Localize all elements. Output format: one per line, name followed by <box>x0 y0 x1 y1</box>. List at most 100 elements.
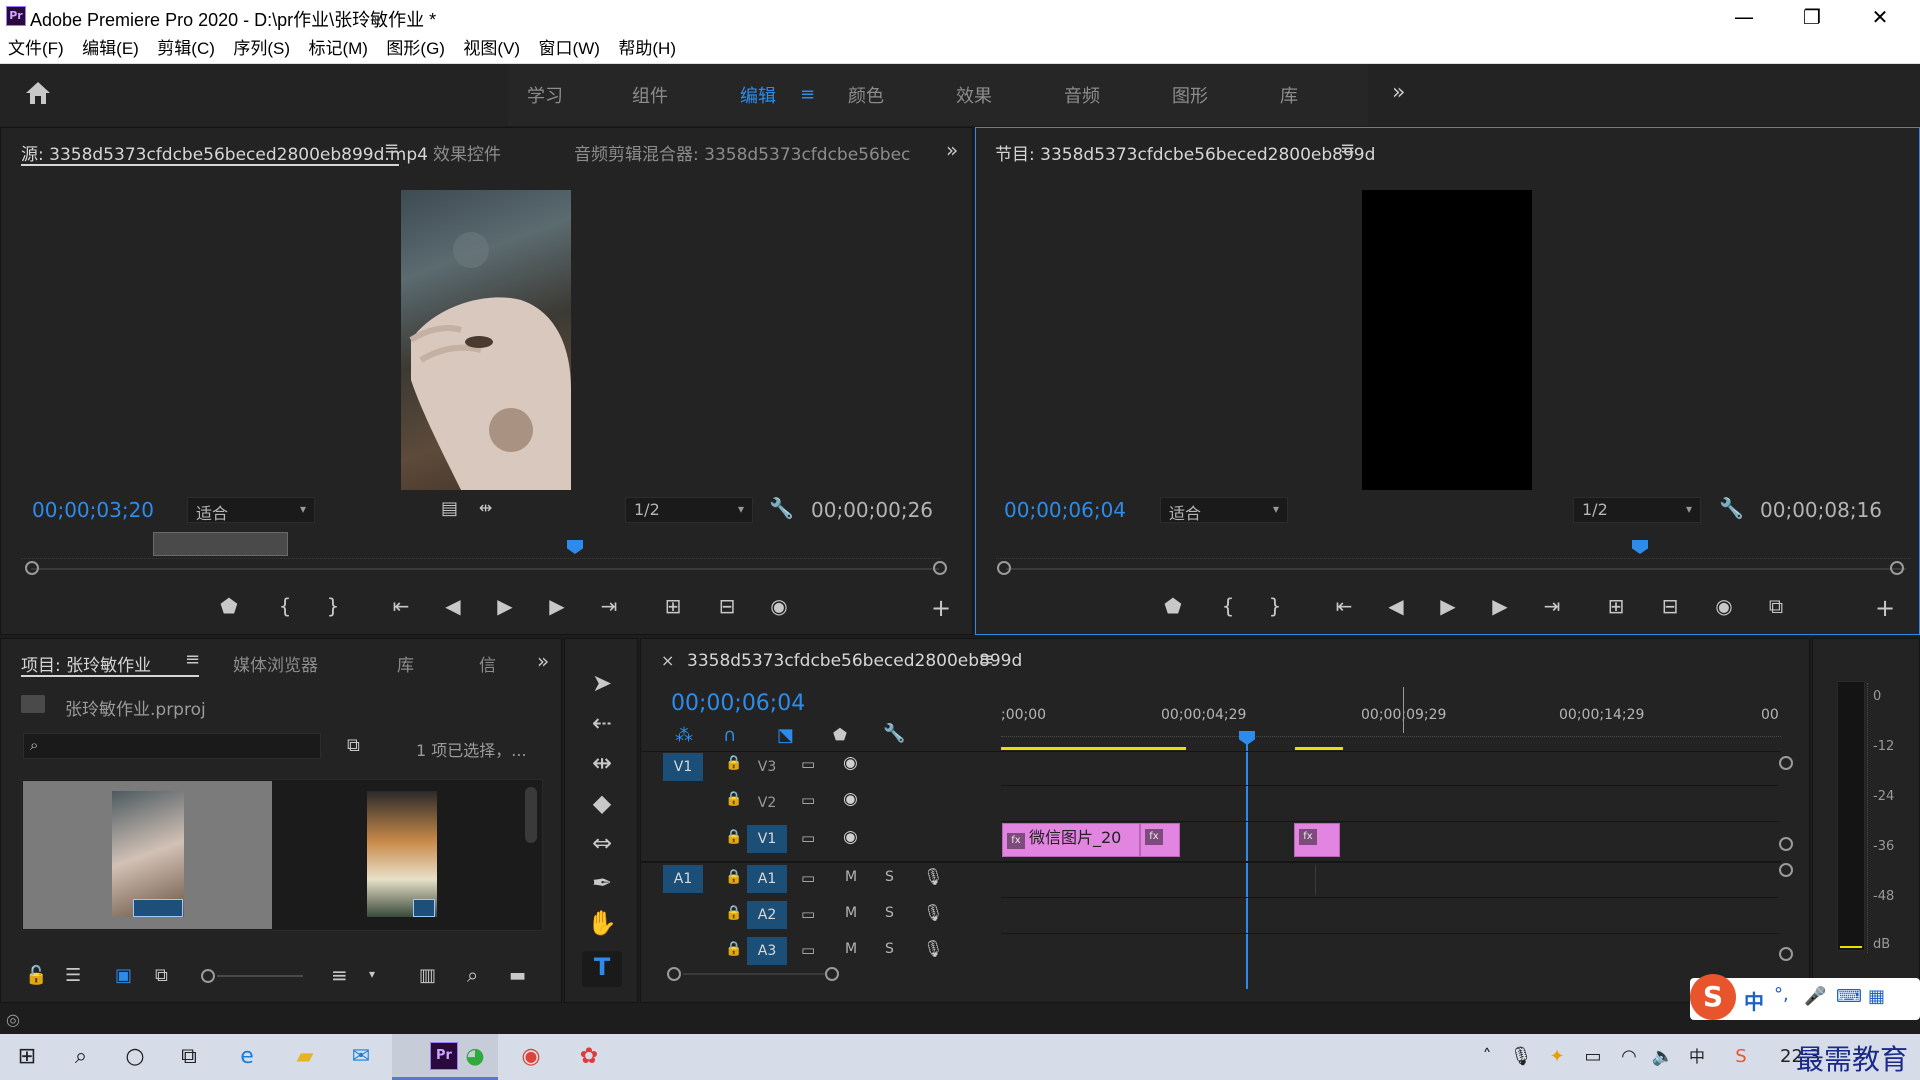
program-zoom-right-handle[interactable] <box>1890 561 1904 575</box>
sequence-tab-menu-icon[interactable]: ≡ <box>979 649 994 670</box>
microphone-icon[interactable]: 🎙 <box>923 939 943 958</box>
step-back-icon[interactable]: ◀ <box>1382 594 1410 618</box>
track-select-tool-icon[interactable]: ⇠ <box>582 709 622 737</box>
menu-markers[interactable]: 标记(M) <box>308 34 367 64</box>
tab-assembly[interactable]: 组件 <box>632 82 668 108</box>
program-tab-menu-icon[interactable]: ≡ <box>1340 138 1355 159</box>
app-icon[interactable]: ✿ <box>574 1042 604 1072</box>
solo-a2[interactable]: S <box>885 905 894 921</box>
drag-audio-only-icon[interactable]: ⇹ <box>479 498 492 517</box>
nest-source-icon[interactable]: ⁂ <box>675 725 693 746</box>
linked-selection-icon[interactable]: ⬔ <box>777 725 794 746</box>
windows-start-icon[interactable]: ⊞ <box>12 1042 42 1072</box>
automate-to-sequence-icon[interactable]: ▥ <box>419 965 436 986</box>
menu-file[interactable]: 文件(F) <box>8 34 64 64</box>
add-marker-icon[interactable]: ⬟ <box>1159 594 1187 618</box>
lock-icon[interactable]: 🔒 <box>725 829 742 845</box>
maximize-button[interactable]: ❐ <box>1784 2 1840 32</box>
search-icon[interactable]: ⌕ <box>66 1042 96 1072</box>
timeline-clip-2[interactable]: fx <box>1140 823 1180 857</box>
menu-edit[interactable]: 编辑(E) <box>82 34 139 64</box>
sync-lock-icon[interactable]: ▭ <box>801 791 815 809</box>
tab-effect-controls[interactable]: 效果控件 <box>433 140 501 165</box>
eye-icon[interactable]: ◉ <box>843 827 858 847</box>
lock-icon[interactable]: 🔒 <box>725 869 742 885</box>
mute-a2[interactable]: M <box>845 905 857 921</box>
wrench-icon[interactable]: 🔧 <box>883 723 905 744</box>
tab-audio-clip-mixer[interactable]: 音频剪辑混合器: 3358d5373cfdcbe56bece <box>574 140 911 165</box>
extract-icon[interactable]: ⊟ <box>1656 594 1684 618</box>
timeline-zoom-left-handle[interactable] <box>667 967 681 981</box>
step-forward-icon[interactable]: ▶ <box>543 594 571 618</box>
insert-icon[interactable]: ⊞ <box>659 594 687 618</box>
solo-a3[interactable]: S <box>885 941 894 957</box>
timeline-clip[interactable]: fx 微信图片_20 <box>1002 823 1140 857</box>
menu-graphics[interactable]: 图形(G) <box>386 34 445 64</box>
tab-info[interactable]: 信 <box>479 651 496 676</box>
volume-icon[interactable]: 🔈 <box>1648 1042 1678 1072</box>
freeform-view-icon[interactable]: ⧉ <box>155 965 168 986</box>
lock-icon[interactable]: 🔒 <box>725 755 742 771</box>
chevron-down-icon[interactable]: ▾ <box>369 967 375 981</box>
project-tab-menu-icon[interactable]: ≡ <box>185 649 200 670</box>
find-icon[interactable]: ⌕ <box>467 963 478 987</box>
track-a3[interactable]: A3 <box>747 937 787 965</box>
tab-audio[interactable]: 音频 <box>1064 82 1100 108</box>
menu-view[interactable]: 视图(V) <box>463 34 520 64</box>
microphone-icon[interactable]: 🎙 <box>923 903 943 922</box>
sync-lock-icon[interactable]: ▭ <box>801 829 815 847</box>
new-search-bin-icon[interactable]: ⧉ <box>347 735 360 756</box>
target-v1[interactable]: V1 <box>663 753 703 781</box>
type-tool-button[interactable]: T <box>582 951 622 987</box>
source-zoom-bar[interactable] <box>31 568 939 570</box>
sogou-logo-icon[interactable]: S <box>1690 974 1736 1020</box>
video-scroll-top-handle[interactable] <box>1779 756 1793 770</box>
source-zoom-right-handle[interactable] <box>933 561 947 575</box>
source-panel-more-icon[interactable]: » <box>946 138 958 162</box>
sort-icon[interactable]: ≡ <box>331 963 348 987</box>
new-bin-icon[interactable]: ▬ <box>509 965 526 986</box>
razor-tool-icon[interactable]: ◆ <box>582 789 622 817</box>
zoom-slider[interactable] <box>217 975 303 977</box>
task-view-icon[interactable]: ⧉ <box>174 1042 204 1072</box>
video-scroll-bottom-handle[interactable] <box>1779 837 1793 851</box>
solo-a1[interactable]: S <box>885 869 894 885</box>
ripple-edit-tool-icon[interactable]: ⇹ <box>582 749 622 777</box>
add-marker-icon[interactable]: ⬟ <box>833 725 847 744</box>
workspace-more-icon[interactable]: » <box>1392 80 1405 105</box>
mail-icon[interactable]: ✉ <box>346 1042 376 1072</box>
wechat-icon[interactable]: ◕ <box>460 1042 490 1072</box>
program-timecode[interactable]: 00;00;06;04 <box>1004 498 1126 522</box>
source-in-out-range[interactable] <box>153 532 288 556</box>
tab-project-libraries[interactable]: 库 <box>397 651 414 676</box>
close-sequence-icon[interactable]: × <box>661 651 674 670</box>
list-view-icon[interactable]: ☰ <box>65 965 81 986</box>
source-zoom-left-handle[interactable] <box>25 561 39 575</box>
selection-tool-icon[interactable]: ➤ <box>582 669 622 697</box>
source-tab-menu-icon[interactable]: ≡ <box>384 138 399 159</box>
eye-icon[interactable]: ◉ <box>843 753 858 773</box>
edge-browser-icon[interactable]: e <box>232 1042 262 1072</box>
tab-learn[interactable]: 学习 <box>527 82 563 108</box>
zoom-slider-handle[interactable] <box>201 969 215 983</box>
tab-editing[interactable]: 编辑 <box>740 82 776 108</box>
sync-lock-icon[interactable]: ▭ <box>801 941 815 959</box>
go-to-in-icon[interactable]: ⇤ <box>1330 594 1358 618</box>
sogou-tray-icon[interactable]: S <box>1726 1042 1756 1072</box>
add-marker-icon[interactable]: ⬟ <box>215 594 243 618</box>
home-icon[interactable] <box>24 80 52 110</box>
drag-video-only-icon[interactable]: ▤ <box>441 498 458 519</box>
program-zoom-bar[interactable] <box>1006 568 1906 570</box>
tray-microphone-icon[interactable]: 🎙 <box>1506 1042 1536 1072</box>
lock-icon[interactable]: 🔒 <box>725 941 742 957</box>
mark-in-icon[interactable]: { <box>1214 594 1242 618</box>
wrench-icon[interactable]: 🔧 <box>1719 496 1744 520</box>
sync-lock-icon[interactable]: ▭ <box>801 905 815 923</box>
program-resolution-dropdown[interactable]: 1/2 ▾ <box>1573 497 1701 523</box>
track-a2[interactable]: A2 <box>747 901 787 929</box>
tab-project[interactable]: 项目: 张玲敏作业 <box>21 651 151 676</box>
menu-window[interactable]: 窗口(W) <box>539 34 600 64</box>
step-back-icon[interactable]: ◀ <box>439 594 467 618</box>
hand-tool-icon[interactable]: ✋ <box>582 909 622 937</box>
tab-effects[interactable]: 效果 <box>956 82 992 108</box>
